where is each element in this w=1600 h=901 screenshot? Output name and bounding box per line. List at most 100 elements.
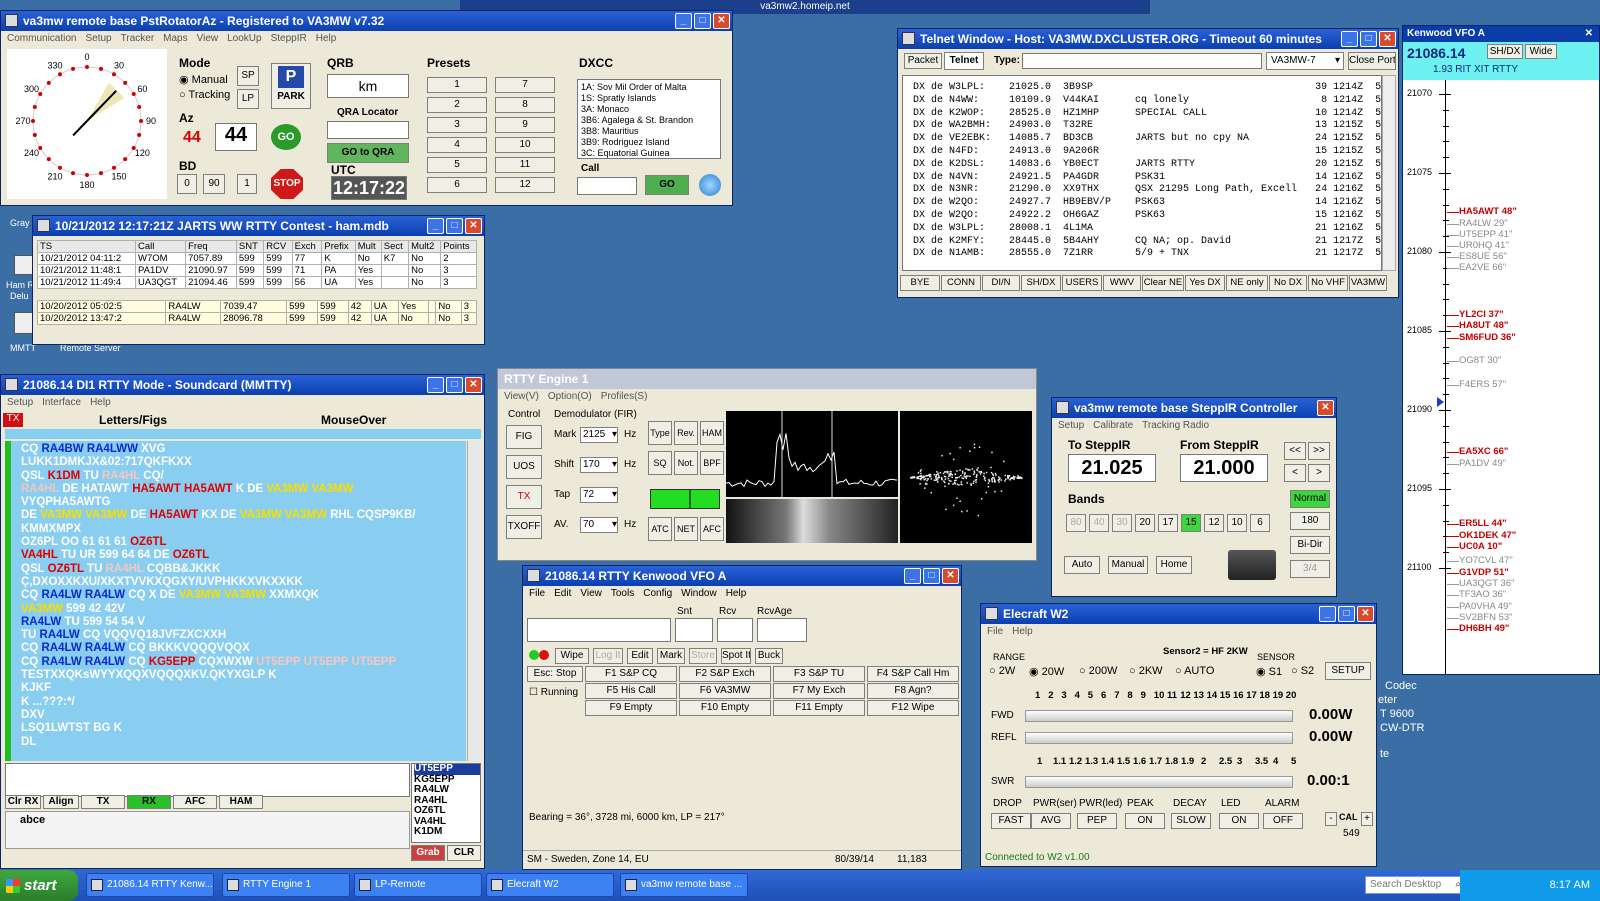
- cluster-bye-button[interactable]: BYE: [900, 275, 940, 291]
- close-icon[interactable]: ✕: [713, 13, 730, 29]
- fkey-button[interactable]: F8 Agn?: [867, 683, 959, 699]
- call-list-item[interactable]: K1DM: [414, 826, 480, 838]
- band-12-button[interactable]: 12: [1204, 514, 1224, 532]
- mmtty-titlebar[interactable]: 21086.14 DI1 RTTY Mode - Soundcard (MMTT…: [1, 375, 484, 395]
- preset-9-button[interactable]: 9: [495, 117, 555, 133]
- dxcc-entry[interactable]: 3B9: Rodriguez Island: [581, 137, 717, 148]
- park-button[interactable]: P PARK: [271, 63, 311, 109]
- band-map-spot[interactable]: HA8UT 48": [1459, 320, 1508, 331]
- tracking-radio[interactable]: ○ Tracking: [179, 89, 230, 101]
- band-map-spot[interactable]: OG8T 30": [1459, 355, 1501, 366]
- fkey-button[interactable]: F10 Empty: [679, 700, 771, 716]
- preset-10-button[interactable]: 10: [495, 137, 555, 153]
- fkey-button[interactable]: F3 S&P TU: [773, 666, 865, 682]
- tap-select[interactable]: 72 ▾: [580, 487, 618, 503]
- taskbar-item[interactable]: 21086.14 RTTY Kenw...: [86, 873, 214, 897]
- band-map-spot[interactable]: YL2CI 37": [1459, 309, 1504, 320]
- cal-plus-button[interactable]: +: [1361, 812, 1373, 826]
- minimize-icon[interactable]: _: [1341, 31, 1358, 47]
- rotator-titlebar[interactable]: va3mw remote base PstRotatorAz - Registe…: [1, 11, 732, 31]
- menu-setup[interactable]: Setup: [7, 397, 33, 408]
- menu-steppir[interactable]: SteppIR: [271, 33, 307, 44]
- log-column-header[interactable]: Freq: [185, 240, 237, 253]
- cluster-no-vhf-button[interactable]: No VHF: [1308, 275, 1348, 291]
- menu-setup[interactable]: Setup: [1058, 420, 1084, 431]
- start-button[interactable]: start: [0, 870, 78, 901]
- drop-button[interactable]: FAST: [991, 813, 1031, 829]
- close-icon[interactable]: ✕: [465, 377, 482, 393]
- band-map[interactable]: 21070 21075 21080 21085 21090 21095 21100 HA5AW…: [1403, 80, 1599, 674]
- go-button[interactable]: GO: [271, 124, 301, 150]
- range-20w-radio[interactable]: ◉ 20W: [1029, 665, 1064, 678]
- dx-spot-line[interactable]: DX de N4VN: 24921.5 PA4GDR PSK31 14 1216…: [913, 172, 1381, 185]
- dxcc-entry[interactable]: 3A: Monaco: [581, 104, 717, 115]
- preset-12-button[interactable]: 12: [495, 177, 555, 193]
- mark-button[interactable]: Mark: [657, 648, 685, 664]
- fkey-button[interactable]: F5 His Call: [585, 683, 677, 699]
- menu-view[interactable]: View(V): [504, 391, 539, 402]
- log-it-button[interactable]: Log It: [593, 648, 623, 664]
- kenwood-titlebar[interactable]: 21086.14 RTTY Kenwood VFO A _ □ ✕: [523, 566, 961, 586]
- dx-spot-line[interactable]: DX de K2WOP: 28525.0 HZ1MHP SPECIAL CALL…: [913, 108, 1381, 121]
- pwr-led--button[interactable]: PEP: [1077, 813, 1117, 829]
- az-input[interactable]: 44: [215, 123, 257, 151]
- log-column-header[interactable]: TS: [36, 240, 137, 253]
- elecraft-titlebar[interactable]: Elecraft W2 _ □ ✕: [981, 604, 1376, 624]
- band-map-spot[interactable]: F4ERS 57": [1459, 379, 1506, 390]
- maximize-icon[interactable]: □: [446, 377, 463, 393]
- align-button[interactable]: Align: [43, 795, 79, 809]
- band-map-spot[interactable]: TF3AO 36": [1459, 589, 1506, 600]
- preset-6-button[interactable]: 6: [427, 177, 487, 193]
- type-button[interactable]: Type: [648, 421, 672, 445]
- menu-lookup[interactable]: LookUp: [227, 33, 261, 44]
- atc-button[interactable]: ATC: [648, 517, 672, 541]
- maximize-icon[interactable]: □: [446, 218, 463, 234]
- preset-8-button[interactable]: 8: [495, 97, 555, 113]
- band-map-spot[interactable]: UT5EPP 41": [1459, 229, 1512, 240]
- band-15-button[interactable]: 15: [1181, 514, 1201, 532]
- menu-profiles[interactable]: Profiles(S): [601, 391, 648, 402]
- range-200w-radio[interactable]: ○ 200W: [1079, 665, 1117, 677]
- step-back-fast-button[interactable]: <<: [1284, 442, 1306, 460]
- maximize-icon[interactable]: □: [1360, 31, 1377, 47]
- close-icon[interactable]: ✕: [1379, 31, 1396, 47]
- band-map-spot[interactable]: EA5XC 66": [1459, 446, 1508, 457]
- minimize-icon[interactable]: _: [904, 568, 921, 584]
- dx-spot-line[interactable]: DX de N3NR: 21290.0 XX9THX QSX 21295 Lon…: [913, 184, 1381, 197]
- menu-file[interactable]: File: [529, 588, 545, 599]
- log-column-header[interactable]: Sect: [380, 240, 410, 253]
- range-2kw-radio[interactable]: ○ 2KW: [1129, 665, 1163, 677]
- telnet-titlebar[interactable]: Telnet Window - Host: VA3MW.DXCLUSTER.OR…: [898, 29, 1398, 49]
- menu-tracking-radio[interactable]: Tracking Radio: [1142, 420, 1209, 431]
- close-icon[interactable]: ✕: [465, 218, 482, 234]
- band-map-spot[interactable]: YO7CVL 47": [1459, 555, 1513, 566]
- band-map-spot[interactable]: ES8UE 56": [1459, 251, 1507, 262]
- dxcc-list[interactable]: 1A: Sov Mil Order of Malta 1S: Spratly Is…: [577, 79, 721, 159]
- menu-option[interactable]: Option(O): [548, 391, 592, 402]
- cluster-clear-ne-button[interactable]: Clear NE: [1142, 275, 1184, 291]
- log-column-header[interactable]: RCV: [263, 240, 293, 253]
- menu-calibrate[interactable]: Calibrate: [1093, 420, 1133, 431]
- band-map-spot[interactable]: SV2BFN 53": [1459, 612, 1513, 623]
- dir-34-button[interactable]: 3/4: [1290, 560, 1330, 578]
- rx-button[interactable]: RX: [127, 795, 171, 809]
- call-list-item[interactable]: UT5EPP: [414, 763, 480, 775]
- table-row[interactable]: 10/21/2012 11:49:4 UA3QGT 21094.46 599 599 56…: [36, 276, 477, 289]
- stop-button[interactable]: STOP: [271, 169, 303, 199]
- preset-5-button[interactable]: 5: [427, 157, 487, 173]
- band-map-spot[interactable]: OK1DEK 47": [1459, 530, 1516, 541]
- bd-90-button[interactable]: 90: [203, 174, 225, 194]
- log-column-header[interactable]: Prefix: [321, 240, 356, 253]
- range-2w-radio[interactable]: ○ 2W: [989, 665, 1015, 677]
- rcvage-entry[interactable]: [757, 618, 807, 642]
- spectrum-display[interactable]: [726, 411, 898, 497]
- store-button[interactable]: Store: [689, 648, 717, 664]
- fkey-button[interactable]: F4 S&P Call Hm: [867, 666, 959, 682]
- band-map-spot[interactable]: HA5AWT 48": [1459, 206, 1517, 217]
- dx-spot-line[interactable]: DX de N4WW: 10109.9 V44KAI cq lonely 8 1…: [913, 95, 1381, 108]
- call-go-button[interactable]: GO: [645, 175, 689, 195]
- tx-button[interactable]: TX: [506, 485, 542, 509]
- band-30-button[interactable]: 30: [1112, 514, 1132, 532]
- auto-button[interactable]: Auto: [1064, 556, 1100, 574]
- search-desktop[interactable]: Search Desktop ⌕: [1365, 876, 1465, 894]
